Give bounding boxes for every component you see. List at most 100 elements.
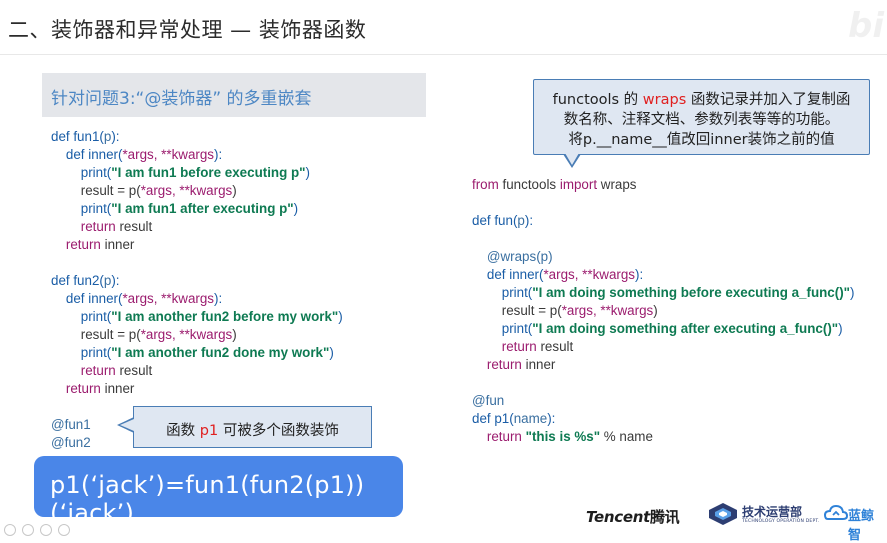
code-token: result = p( (51, 327, 141, 342)
code-token: *args, **kwargs (543, 267, 635, 282)
code-token: print( (472, 321, 533, 336)
code-token: ): (111, 273, 120, 288)
code-token: % name (600, 429, 653, 444)
code-token: from (472, 177, 499, 192)
code-token: @fun1 (51, 417, 91, 432)
code-token: import (559, 177, 598, 192)
code-token: ): (214, 147, 223, 162)
code-token: ): (111, 129, 120, 144)
multi-decorator-callout-text: 函数 p1 可被多个函数装饰 (166, 423, 339, 439)
code-line: print("I am another fun2 done my work") (51, 344, 343, 362)
zoom-icon[interactable] (40, 524, 52, 536)
code-token: inner (100, 237, 135, 252)
slide-title: 二、装饰器和异常处理 — 装饰器函数 (8, 18, 367, 42)
code-token: *args, **kwargs (122, 147, 214, 162)
formula-text: p1(‘jack’)=fun1(fun2(p1))(‘jack’) (50, 471, 365, 527)
code-token: @wraps( (472, 249, 541, 264)
tencent-logo: Tencent腾讯 (586, 508, 680, 526)
code-token: ) (305, 165, 310, 180)
code-token: result (115, 219, 153, 234)
right-code-block: from functools import wraps def fun(p): @… (472, 176, 855, 446)
bi-watermark: bi (848, 6, 884, 46)
p1-keyword: p1 (199, 423, 219, 439)
code-token: def p1( (472, 411, 514, 426)
ops-dept-logo-icon (709, 503, 737, 525)
code-line: from functools import wraps (472, 176, 855, 194)
code-token: return (472, 429, 522, 444)
multi-decorator-callout-tail-fill (120, 419, 134, 431)
code-token: "I am fun1 after executing p" (111, 201, 294, 216)
presentation-toolbar (4, 521, 84, 536)
code-token: result (115, 363, 153, 378)
code-line: print("I am doing something after execut… (472, 320, 855, 338)
code-token: result (536, 339, 574, 354)
code-token: ): (635, 267, 644, 282)
code-line: return inner (472, 356, 855, 374)
code-token: print( (51, 165, 112, 180)
bluecloud-logo-text: 蓝鲸智 (848, 509, 875, 543)
ops-dept-subtitle: TECHNOLOGY OPERATION DEPT. (742, 519, 820, 524)
code-line: result = p(*args, **kwargs) (51, 182, 343, 200)
code-token: @fun (472, 393, 505, 408)
wraps-callout-line1: functools 的 wraps 函数记录并加入了复制函 (552, 92, 851, 108)
ops-dept-name: 技术运营部 (742, 505, 803, 519)
code-line: print("I am fun1 before executing p") (51, 164, 343, 182)
page-grid-icon[interactable] (22, 524, 34, 536)
code-token: *args, **kwargs (140, 327, 233, 342)
code-line: return result (472, 338, 855, 356)
pen-tool-icon[interactable] (4, 524, 16, 536)
formula-box: p1(‘jack’)=fun1(fun2(p1))(‘jack’) (34, 456, 403, 527)
code-token: p (517, 213, 525, 228)
code-line: def inner(*args, **kwargs): (51, 290, 343, 308)
code-token: def fun2( (51, 273, 104, 288)
code-line: return result (51, 362, 343, 380)
code-token: return (51, 219, 116, 234)
code-token: *args, **kwargs (140, 183, 233, 198)
code-line: return result (51, 218, 343, 236)
code-line: def inner(*args, **kwargs): (472, 266, 855, 284)
wraps-callout-tail-fill (565, 153, 579, 165)
wraps-callout: functools 的 wraps 函数记录并加入了复制函 数名称、注释文档、参… (533, 79, 870, 155)
code-token: def fun1( (51, 129, 104, 144)
code-token: ): (524, 213, 534, 228)
code-token: ) (850, 285, 855, 300)
code-token: ) (232, 183, 237, 198)
code-token: return (51, 381, 101, 396)
code-token: "I am doing something before executing a… (532, 285, 851, 300)
code-token: ) (338, 309, 343, 324)
code-token: print( (51, 309, 112, 324)
code-token: functools (498, 177, 560, 192)
code-token: *args, **kwargs (122, 291, 214, 306)
question-banner: 针对问题3:“@装饰器” 的多重嵌套 (42, 73, 426, 117)
question-text: 针对问题3:“@装饰器” 的多重嵌套 (51, 89, 312, 109)
code-line: print("I am fun1 after executing p") (51, 200, 343, 218)
code-line: return inner (51, 236, 343, 254)
code-line: def fun(p): (472, 212, 855, 230)
code-token: return (51, 363, 116, 378)
code-token: def inner( (472, 267, 544, 282)
code-token: result = p( (51, 183, 141, 198)
code-line: def fun2(p): (51, 272, 343, 290)
code-token: ): (547, 411, 556, 426)
code-token: print( (51, 345, 112, 360)
wraps-keyword: wraps (642, 92, 687, 108)
code-token: @fun2 (51, 435, 91, 450)
code-token: print( (51, 201, 112, 216)
wraps-callout-line3: 将p.__name__值改回inner装饰之前的值 (568, 132, 835, 148)
code-token: ) (293, 201, 299, 216)
code-token: return (472, 357, 522, 372)
more-options-icon[interactable] (58, 524, 70, 536)
code-line: @wraps(p) (472, 248, 855, 266)
code-token: def inner( (51, 147, 123, 162)
code-token: ) (653, 303, 658, 318)
multi-decorator-callout: 函数 p1 可被多个函数装饰 (133, 406, 372, 448)
code-line: def fun1(p): (51, 128, 343, 146)
code-token: name (513, 411, 548, 426)
code-token: return (51, 237, 101, 252)
code-token: wraps (597, 177, 637, 192)
code-line: result = p(*args, **kwargs) (51, 326, 343, 344)
code-token: "I am another fun2 before my work" (111, 309, 339, 324)
